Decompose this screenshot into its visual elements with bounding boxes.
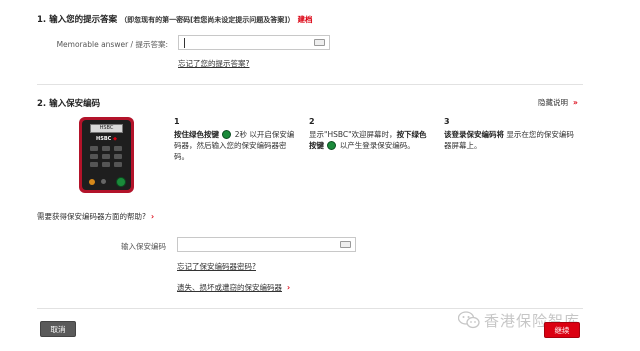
section2-title: 2. 输入保安编码 [37, 99, 101, 109]
keyboard-icon[interactable] [314, 39, 325, 46]
security-code-input[interactable] [177, 237, 356, 252]
device-key [101, 179, 106, 184]
chevron-double-up-icon: » [570, 98, 578, 107]
continue-button[interactable]: 继续 [544, 322, 580, 338]
forgot-device-password-link[interactable]: 忘记了保安编码器密码? [177, 261, 256, 272]
lost-device-link[interactable]: 遗失、损坏或遭窃的保安编码器 › [177, 282, 290, 293]
step-1-number: 1 [174, 117, 180, 126]
green-key-icon [116, 177, 126, 187]
section-divider [37, 84, 583, 85]
green-key-icon [327, 141, 337, 150]
device-orange-key [89, 179, 95, 185]
memorable-answer-input[interactable] [178, 35, 330, 50]
chevron-right-icon: › [284, 283, 291, 292]
security-code-label: 输入保安编码 [121, 242, 166, 251]
step-2-text: 显示"HSBC"欢迎屏幕时，按下绿色按键 以产生登录保安编码。 [309, 130, 427, 150]
keyboard-icon[interactable] [340, 241, 351, 248]
cancel-button[interactable]: 取消 [40, 321, 76, 337]
step-1-text: 按住绿色按键 2秒 以开启保安编码器，然后输入您的保安编码器密码。 [174, 130, 295, 161]
hide-instructions-link[interactable]: 隐藏说明 » [538, 97, 578, 108]
security-device: HSBC HSBC ◆ [79, 117, 134, 193]
text-caret [184, 38, 185, 48]
forgot-answer-link[interactable]: 忘记了您的提示答案? [178, 58, 249, 69]
section1-title: 1. 输入您的提示答案 （即忽现有的第一密码[若您尚未设定提示问题及答案]） 建… [37, 15, 313, 25]
device-help-label: 需要获得保安编码器方面的帮助? [37, 212, 146, 221]
hide-instructions-label: 隐藏说明 [538, 98, 568, 107]
device-help-link[interactable]: 需要获得保安编码器方面的帮助? › [37, 211, 154, 222]
wechat-icon [458, 311, 480, 329]
device-keypad [90, 146, 123, 167]
lost-device-label: 遗失、损坏或遭窃的保安编码器 [177, 283, 282, 292]
step-3-number: 3 [444, 117, 450, 126]
green-key-icon [222, 130, 232, 139]
section1-action-link[interactable]: 建档 [297, 15, 312, 24]
step-3-text: 该登录保安编码将 显示在您的保安编码器屏幕上。 [444, 130, 574, 150]
device-screen: HSBC [90, 124, 123, 133]
step-2-number: 2 [309, 117, 315, 126]
section1-note: （即忽现有的第一密码[若您尚未设定提示问题及答案]） [120, 16, 295, 24]
device-body: HSBC HSBC ◆ [82, 120, 131, 190]
chevron-right-icon: › [148, 212, 155, 221]
device-brand: HSBC ◆ [96, 136, 117, 142]
memorable-answer-label: Memorable answer / 提示答案: [56, 40, 168, 49]
